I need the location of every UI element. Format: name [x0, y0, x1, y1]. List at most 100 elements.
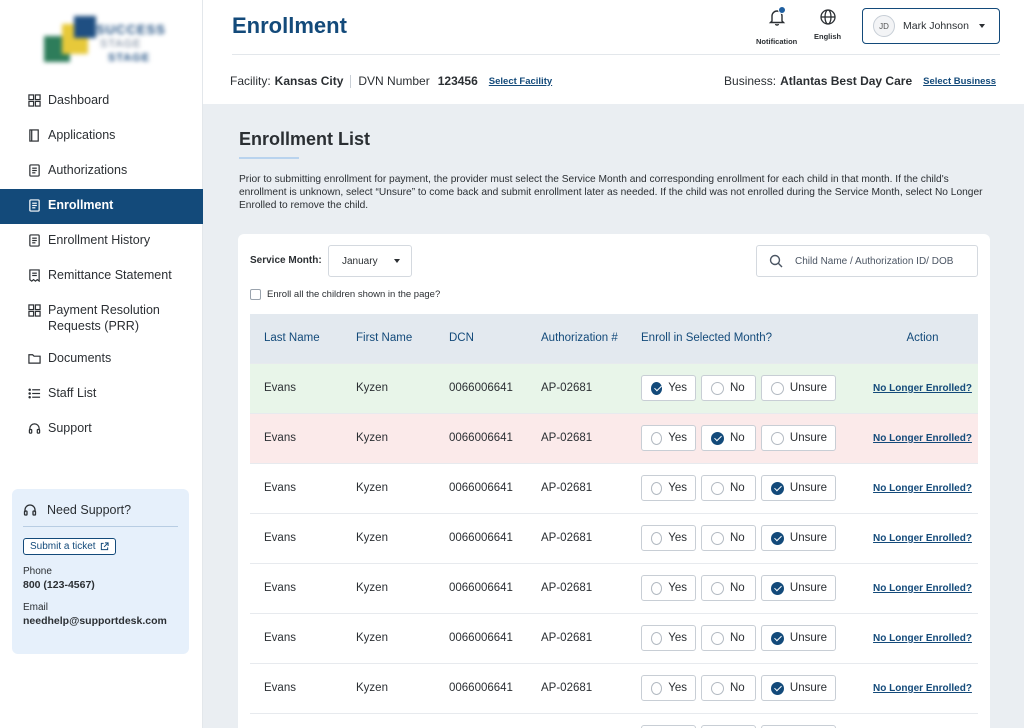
enroll-unsure-radio[interactable]: Unsure: [761, 575, 836, 601]
enroll-unsure-radio[interactable]: Unsure: [761, 625, 836, 651]
cell-first-name: Kyzen: [356, 712, 449, 728]
no-longer-enrolled-link[interactable]: No Longer Enrolled?: [873, 533, 972, 544]
option-label: No: [730, 382, 745, 394]
sidebar-item-enrollment-history[interactable]: Enrollment History: [0, 224, 203, 259]
sidebar-item-documents[interactable]: Documents: [0, 342, 203, 377]
checkmark-icon: [771, 531, 784, 545]
enroll-unsure-radio[interactable]: Unsure: [761, 475, 836, 501]
column-header-last-name: Last Name: [250, 314, 356, 363]
cell-authorization: AP-02681: [541, 462, 641, 513]
support-card-header: Need Support?: [23, 503, 178, 527]
option-label: Yes: [668, 432, 687, 444]
header-divider: [232, 54, 1000, 55]
no-longer-enrolled-link[interactable]: No Longer Enrolled?: [873, 683, 972, 694]
column-header-authorization: Authorization #: [541, 314, 641, 363]
select-business-link[interactable]: Select Business: [923, 76, 996, 87]
sidebar-nav: Dashboard Applications Authorizations En…: [0, 84, 203, 447]
cell-enroll-options: Yes No Unsure: [641, 362, 867, 413]
sidebar-item-applications[interactable]: Applications: [0, 119, 203, 154]
cell-last-name: Evans: [250, 362, 356, 413]
radio-circle-icon: [771, 431, 784, 445]
option-label: Unsure: [789, 582, 827, 594]
radio-circle-icon: [651, 631, 663, 645]
document-icon: [29, 164, 40, 177]
no-longer-enrolled-link[interactable]: No Longer Enrolled?: [873, 383, 972, 394]
sidebar-item-staff-list[interactable]: Staff List: [0, 377, 203, 412]
enroll-no-radio[interactable]: No: [701, 425, 756, 451]
sidebar-item-label: Staff List: [48, 386, 97, 400]
notification-label: Notification: [756, 37, 798, 46]
enroll-unsure-radio[interactable]: Unsure: [761, 425, 836, 451]
enroll-no-radio[interactable]: No: [701, 625, 756, 651]
enroll-no-radio[interactable]: No: [701, 475, 756, 501]
enroll-yes-radio[interactable]: Yes: [641, 475, 696, 501]
cell-last-name: Evans: [250, 712, 356, 728]
phone-label: Phone: [23, 566, 52, 577]
avatar: JD: [873, 15, 895, 37]
chevron-down-icon: [393, 259, 400, 263]
headset-icon: [23, 504, 37, 516]
sidebar-item-label: Enrollment History: [48, 233, 151, 247]
cell-dcn: 0066006641: [449, 712, 541, 728]
user-menu-button[interactable]: JD Mark Johnson: [862, 8, 1000, 44]
enroll-yes-radio[interactable]: Yes: [641, 525, 696, 551]
search-icon: [769, 254, 783, 268]
cell-action: No Longer Enrolled?: [867, 612, 978, 663]
sidebar-item-remittance-statement[interactable]: Remittance Statement: [0, 259, 203, 294]
cell-last-name: Evans: [250, 462, 356, 513]
enroll-unsure-radio[interactable]: Unsure: [761, 525, 836, 551]
enroll-no-radio[interactable]: No: [701, 575, 756, 601]
email-value[interactable]: needhelp@supportdesk.com: [23, 615, 178, 627]
document-icon: [29, 234, 40, 247]
sidebar-item-label: Documents: [48, 351, 112, 365]
enroll-no-radio[interactable]: No: [701, 525, 756, 551]
table-row: EvansKyzen0066006641AP-02681 Yes No Unsure N…: [250, 612, 978, 663]
sidebar: SUCCESS STAGE STAGE Dashboard Applicatio…: [0, 0, 203, 728]
sidebar-item-label: Applications: [48, 128, 116, 142]
facility-info: Facility: Kansas City DVN Number 123456 …: [230, 74, 552, 88]
service-month-select[interactable]: January: [328, 245, 412, 277]
cell-authorization: AP-02681: [541, 412, 641, 463]
search-field[interactable]: [756, 245, 978, 277]
grid-icon: [28, 304, 41, 317]
enroll-all-option[interactable]: Enroll all the children shown in the pag…: [250, 289, 440, 300]
enroll-unsure-radio[interactable]: Unsure: [761, 375, 836, 401]
cell-enroll-options: Yes No Unsure: [641, 462, 867, 513]
enroll-yes-radio[interactable]: Yes: [641, 425, 696, 451]
enroll-yes-radio[interactable]: Yes: [641, 625, 696, 651]
sidebar-item-enrollment[interactable]: Enrollment: [0, 189, 203, 224]
option-label: Yes: [668, 632, 687, 644]
enroll-all-checkbox[interactable]: [250, 289, 261, 300]
enroll-no-radio[interactable]: No: [701, 675, 756, 701]
external-link-icon: [100, 542, 109, 551]
sidebar-item-support[interactable]: Support: [0, 412, 203, 447]
no-longer-enrolled-link[interactable]: No Longer Enrolled?: [873, 633, 972, 644]
no-longer-enrolled-link[interactable]: No Longer Enrolled?: [873, 433, 972, 444]
no-longer-enrolled-link[interactable]: No Longer Enrolled?: [873, 483, 972, 494]
enroll-yes-radio[interactable]: Yes: [641, 375, 696, 401]
select-facility-link[interactable]: Select Facility: [489, 76, 552, 87]
sidebar-item-dashboard[interactable]: Dashboard: [0, 84, 203, 119]
brand-logo[interactable]: SUCCESS STAGE STAGE: [44, 16, 165, 68]
language-button[interactable]: English: [814, 8, 841, 41]
option-label: No: [730, 482, 745, 494]
notification-button[interactable]: Notification: [756, 6, 798, 46]
enroll-unsure-radio[interactable]: Unsure: [761, 675, 836, 701]
cell-authorization: AP-02681: [541, 712, 641, 728]
phone-value: 800 (123-4567): [23, 579, 95, 591]
sidebar-item-payment-resolution-requests[interactable]: Payment Resolution Requests (PRR): [0, 294, 203, 342]
enroll-all-label: Enroll all the children shown in the pag…: [267, 289, 441, 300]
search-input[interactable]: [795, 255, 970, 267]
no-longer-enrolled-link[interactable]: No Longer Enrolled?: [873, 583, 972, 594]
enroll-yes-radio[interactable]: Yes: [641, 675, 696, 701]
cell-enroll-options: Yes No Unsure: [641, 662, 867, 713]
enroll-no-radio[interactable]: No: [701, 375, 756, 401]
support-card: Need Support? Submit a ticket Phone 800 …: [12, 489, 189, 654]
enroll-yes-radio[interactable]: Yes: [641, 575, 696, 601]
service-month-value: January: [342, 255, 378, 267]
column-header-enroll: Enroll in Selected Month?: [641, 314, 867, 363]
submit-ticket-button[interactable]: Submit a ticket: [23, 538, 116, 555]
option-label: Unsure: [789, 632, 827, 644]
sidebar-item-authorizations[interactable]: Authorizations: [0, 154, 203, 189]
option-label: Unsure: [789, 682, 827, 694]
